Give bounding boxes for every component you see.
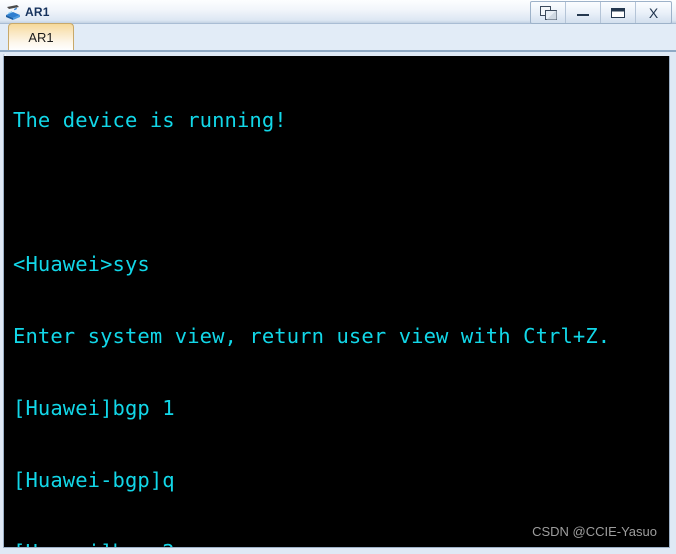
console-output: The device is running! <Huawei>sys Enter… — [13, 60, 669, 547]
console-line: The device is running! — [13, 108, 287, 132]
window-title: AR1 — [25, 4, 50, 19]
terminal-frame: The device is running! <Huawei>sys Enter… — [0, 54, 676, 554]
title-bar: AR1 X — [0, 0, 676, 24]
console-line: [Huawei]bgp 1 — [13, 396, 175, 420]
console-line: [Huawei-bgp]q — [13, 468, 175, 492]
emulator-console-window: AR1 X AR1 The device is running! <Huawei… — [0, 0, 676, 554]
minimize-button[interactable] — [566, 2, 601, 23]
tab-strip: AR1 — [0, 23, 676, 52]
terminal-console[interactable]: The device is running! <Huawei>sys Enter… — [3, 56, 670, 548]
console-line: <Huawei>sys — [13, 252, 150, 276]
cascade-windows-icon — [539, 5, 557, 20]
window-controls: X — [530, 1, 672, 24]
tab-ar1[interactable]: AR1 — [8, 23, 74, 50]
minimize-icon — [576, 8, 590, 18]
close-icon: X — [648, 4, 659, 21]
close-button[interactable]: X — [636, 2, 671, 23]
maximize-button[interactable] — [601, 2, 636, 23]
router-device-icon — [4, 3, 22, 21]
restore-window-button[interactable] — [531, 2, 566, 23]
tab-label: AR1 — [28, 29, 54, 45]
console-line: Enter system view, return user view with… — [13, 324, 611, 348]
maximize-icon — [611, 7, 625, 19]
console-line: [Huawei]bgp 2 — [13, 540, 669, 547]
watermark: CSDN @CCIE-Yasuo — [532, 524, 657, 539]
